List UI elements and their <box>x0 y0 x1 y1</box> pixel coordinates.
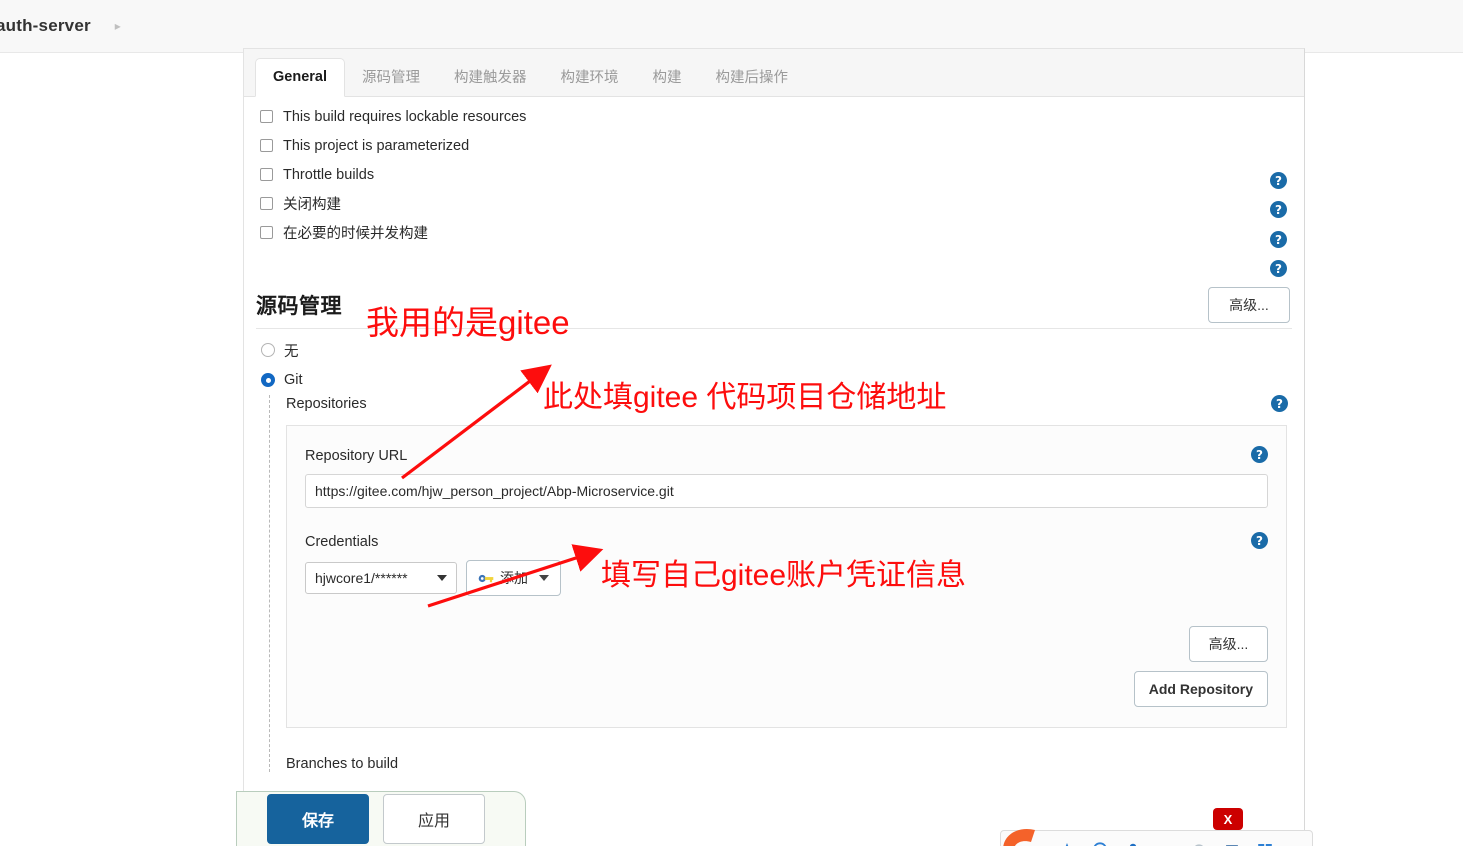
credentials-add-label: 添加 <box>500 570 528 586</box>
checkbox-label-disable-build: 关闭构建 <box>283 197 341 213</box>
help-icon-credentials[interactable]: ? <box>1251 532 1268 549</box>
credentials-select-value: hjwcore1/****** <box>315 570 408 586</box>
checkbox-row-disable-build[interactable]: 关闭构建 <box>244 189 1304 218</box>
radio-label-scm-git: Git <box>284 372 303 388</box>
job-config-panel: General 源码管理 构建触发器 构建环境 构建 构建后操作 This bu… <box>243 48 1305 846</box>
help-icon-throttle-builds[interactable]: ? <box>1270 201 1287 218</box>
repository-url-field: Repository URL ? <box>305 446 1268 508</box>
apply-button[interactable]: 应用 <box>383 794 486 844</box>
breadcrumb-item-auth-server[interactable]: auth-server <box>0 16 91 36</box>
checkbox-row-parameterized[interactable]: This project is parameterized <box>244 131 1304 160</box>
checkbox-label-lockable-resources: This build requires lockable resources <box>283 108 527 125</box>
tab-build-environment[interactable]: 构建环境 <box>544 60 636 98</box>
credentials-label: Credentials <box>305 534 379 550</box>
panel-body: This build requires lockable resources T… <box>244 97 1304 772</box>
credentials-select[interactable]: hjwcore1/****** <box>305 562 457 594</box>
radio-scm-none[interactable] <box>261 343 275 357</box>
save-action-bar: 保存 应用 <box>236 791 526 846</box>
annotation-repo-url-note: 此处填gitee 代码项目仓储地址 <box>543 381 947 414</box>
repository-actions: 高级... Add Repository <box>305 626 1268 707</box>
help-icon-repository-url[interactable]: ? <box>1251 446 1268 463</box>
branches-to-build-label: Branches to build <box>286 756 399 772</box>
widget-brand-logo-icon <box>1003 829 1035 846</box>
tab-general[interactable]: General <box>255 57 345 97</box>
checkbox-label-parameterized: This project is parameterized <box>283 137 470 154</box>
repository-url-input[interactable] <box>305 474 1268 508</box>
chevron-down-icon <box>437 575 447 581</box>
checkbox-label-throttle-builds: Throttle builds <box>283 166 375 183</box>
annotation-credentials-note: 填写自己gitee账户凭证信息 <box>601 559 967 592</box>
scm-section: 源码管理 无 Git Repositories ? Repository URL… <box>244 290 1304 772</box>
checkbox-throttle-builds[interactable] <box>260 168 273 181</box>
mail-icon[interactable] <box>1158 842 1174 846</box>
scm-section-title: 源码管理 <box>256 295 342 318</box>
config-tab-bar: General 源码管理 构建触发器 构建环境 构建 构建后操作 <box>244 49 1304 97</box>
star-icon[interactable] <box>1059 842 1075 846</box>
repositories-label: Repositories <box>286 396 367 412</box>
help-icon-concurrent-build[interactable]: ? <box>1270 260 1287 277</box>
credentials-add-button[interactable]: 添加 <box>466 560 561 596</box>
breadcrumb: auth-server ▸ <box>0 0 1463 53</box>
checkbox-disable-build[interactable] <box>260 197 273 210</box>
tab-source-code-management[interactable]: 源码管理 <box>345 60 437 98</box>
page-root: auth-server ▸ General 源码管理 构建触发器 构建环境 构建… <box>0 0 1463 846</box>
checkbox-row-lockable-resources[interactable]: This build requires lockable resources <box>244 102 1304 131</box>
save-button[interactable]: 保存 <box>267 794 370 844</box>
repository-url-label: Repository URL <box>305 448 408 464</box>
credentials-add-chevron-down-icon <box>539 575 549 581</box>
help-icon-parameterized[interactable]: ? <box>1270 172 1287 189</box>
general-section: This build requires lockable resources T… <box>244 97 1304 323</box>
checkbox-parameterized[interactable] <box>260 139 273 152</box>
radio-scm-git[interactable] <box>261 373 275 387</box>
tab-build[interactable]: 构建 <box>636 60 699 98</box>
breadcrumb-chevron-right-icon: ▸ <box>114 19 121 33</box>
widget-close-button[interactable]: X <box>1213 808 1243 830</box>
checkbox-label-concurrent-build: 在必要的时候并发构建 <box>283 226 428 242</box>
comment-icon[interactable] <box>1092 842 1108 846</box>
user-icon[interactable] <box>1125 842 1141 846</box>
left-gutter <box>0 53 243 846</box>
tab-build-triggers[interactable]: 构建触发器 <box>437 60 544 98</box>
calendar-icon[interactable] <box>1224 842 1240 846</box>
bookmark-icon[interactable] <box>1191 842 1207 846</box>
apps-grid-icon[interactable] <box>1257 842 1273 846</box>
checkbox-row-concurrent-build[interactable]: 在必要的时候并发构建 <box>244 218 1304 247</box>
annotation-gitee-note: 我用的是gitee <box>366 304 570 341</box>
checkbox-concurrent-build[interactable] <box>260 226 273 239</box>
add-repository-button[interactable]: Add Repository <box>1133 671 1268 707</box>
checkbox-lockable-resources[interactable] <box>260 110 273 123</box>
tab-post-build-actions[interactable]: 构建后操作 <box>699 60 806 98</box>
help-icon-repositories[interactable]: ? <box>1271 395 1288 412</box>
key-icon <box>478 574 494 582</box>
git-advanced-button[interactable]: 高级... <box>1189 626 1268 662</box>
radio-label-scm-none: 无 <box>284 343 299 360</box>
checkbox-row-throttle-builds[interactable]: Throttle builds <box>244 160 1304 189</box>
help-icon-disable-build[interactable]: ? <box>1270 231 1287 248</box>
